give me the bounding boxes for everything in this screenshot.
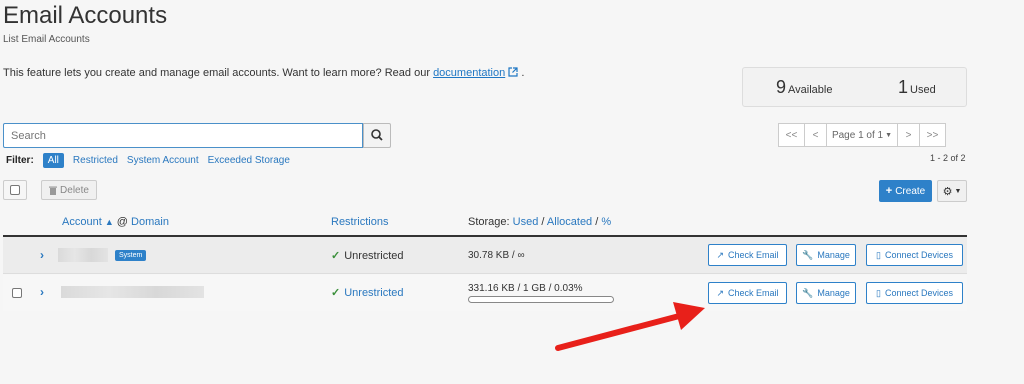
result-count: 1 - 2 of 2 — [930, 153, 966, 163]
connect-devices-button[interactable]: ▯ Connect Devices — [866, 244, 963, 266]
used-label: Used — [910, 84, 936, 96]
annotation-arrow-icon — [555, 302, 705, 351]
check-email-label: Check Email — [728, 250, 779, 260]
intro-end: . — [521, 67, 525, 79]
stat-available: 9 Available — [776, 77, 832, 98]
account-stats: 9 Available 1 Used — [742, 67, 967, 107]
page-select[interactable]: Page 1 of 1 ▼ — [826, 123, 898, 147]
select-all-toggle[interactable] — [3, 180, 27, 200]
redacted-account — [61, 286, 204, 298]
select-all-checkbox[interactable] — [10, 185, 20, 195]
create-label: Create — [895, 185, 926, 197]
intro-text-body: This feature lets you create and manage … — [3, 67, 430, 79]
gear-icon: ⚙ — [942, 185, 953, 198]
available-count: 9 — [776, 77, 787, 97]
manage-label: Manage — [817, 288, 850, 298]
sort-asc-icon: ▲ — [104, 217, 114, 227]
settings-button[interactable]: ⚙ ▼ — [937, 180, 967, 202]
column-storage: Storage: Used / Allocated / % — [468, 216, 611, 228]
check-icon: ✓ — [331, 250, 341, 262]
expand-chevron-icon[interactable]: › — [40, 285, 44, 299]
trash-icon — [49, 186, 58, 195]
filter-restricted[interactable]: Restricted — [73, 155, 118, 166]
connect-devices-button[interactable]: ▯ Connect Devices — [866, 282, 963, 304]
connect-devices-label: Connect Devices — [884, 250, 953, 260]
plus-icon: + — [885, 185, 893, 197]
external-link-icon — [508, 67, 518, 77]
external-link-icon: ↗ — [716, 287, 725, 298]
first-page-button[interactable]: << — [778, 123, 805, 147]
column-account-domain[interactable]: Account ▲ @ Domain — [62, 216, 169, 228]
used-count: 1 — [898, 77, 909, 97]
table-row: › System ✓ Unrestricted 30.78 KB / ∞ ↗ Che… — [3, 237, 967, 274]
restriction-status: ✓ Unrestricted — [331, 249, 404, 262]
create-button[interactable]: + Create — [879, 180, 932, 202]
manage-label: Manage — [817, 250, 850, 260]
filter-system-account[interactable]: System Account — [127, 155, 199, 166]
storage-usage: 30.78 KB / ∞ — [468, 250, 525, 261]
check-email-button[interactable]: ↗ Check Email — [708, 282, 787, 304]
search-button[interactable] — [363, 123, 391, 148]
filter-exceeded-storage[interactable]: Exceeded Storage — [208, 155, 290, 166]
search-icon — [371, 129, 383, 141]
column-restrictions[interactable]: Restrictions — [331, 216, 388, 228]
row-checkbox[interactable] — [12, 288, 22, 298]
domain-sort-link[interactable]: Domain — [131, 216, 169, 228]
filter-label: Filter: — [6, 155, 34, 166]
intro-text: This feature lets you create and manage … — [3, 67, 524, 79]
restriction-status[interactable]: ✓ Unrestricted — [331, 286, 404, 299]
used-sort-link[interactable]: Used — [513, 216, 539, 228]
pagination: << < Page 1 of 1 ▼ > >> — [778, 123, 946, 147]
check-email-button[interactable]: ↗ Check Email — [708, 244, 787, 266]
restriction-text: Unrestricted — [344, 250, 404, 262]
documentation-link[interactable]: documentation — [433, 67, 505, 79]
allocated-sort-link[interactable]: Allocated — [547, 216, 592, 228]
delete-label: Delete — [60, 184, 89, 196]
last-page-button[interactable]: >> — [919, 123, 946, 147]
restriction-text: Unrestricted — [344, 287, 404, 299]
manage-button[interactable]: 🔧 Manage — [796, 244, 856, 266]
filter-all[interactable]: All — [42, 153, 64, 168]
external-link-icon: ↗ — [716, 249, 725, 260]
expand-chevron-icon[interactable]: › — [40, 248, 44, 262]
chevron-down-icon: ▼ — [885, 131, 893, 139]
connect-devices-label: Connect Devices — [884, 288, 953, 298]
wrench-icon: 🔧 — [802, 249, 814, 260]
check-email-label: Check Email — [728, 288, 779, 298]
filter-bar: Filter: All Restricted System Account Ex… — [6, 153, 290, 168]
page-label: Page 1 of 1 — [831, 129, 884, 141]
next-page-button[interactable]: > — [897, 123, 920, 147]
mobile-icon: ▯ — [876, 249, 881, 260]
redacted-account — [58, 248, 108, 262]
chevron-down-icon: ▼ — [954, 187, 962, 195]
wrench-icon: 🔧 — [802, 287, 814, 298]
stat-used: 1 Used — [898, 77, 936, 98]
separator: / — [541, 216, 545, 228]
at-sign: @ — [116, 216, 128, 228]
separator: / — [595, 216, 599, 228]
delete-button[interactable]: Delete — [41, 180, 97, 200]
table-row: › ✓ Unrestricted 331.16 KB / 1 GB / 0.03%… — [3, 275, 967, 311]
system-badge: System — [115, 250, 147, 261]
storage-label: Storage: — [468, 216, 510, 228]
account-sort-link[interactable]: Account — [62, 216, 102, 228]
check-icon: ✓ — [331, 287, 341, 299]
page-subtitle: List Email Accounts — [3, 34, 90, 45]
percent-sort-link[interactable]: % — [601, 216, 611, 228]
prev-page-button[interactable]: < — [804, 123, 827, 147]
available-label: Available — [788, 84, 833, 96]
page-title: Email Accounts — [3, 2, 168, 29]
storage-usage: 331.16 KB / 1 GB / 0.03% — [468, 283, 583, 294]
mobile-icon: ▯ — [876, 287, 881, 298]
manage-button[interactable]: 🔧 Manage — [796, 282, 856, 304]
search-input[interactable] — [3, 123, 363, 148]
